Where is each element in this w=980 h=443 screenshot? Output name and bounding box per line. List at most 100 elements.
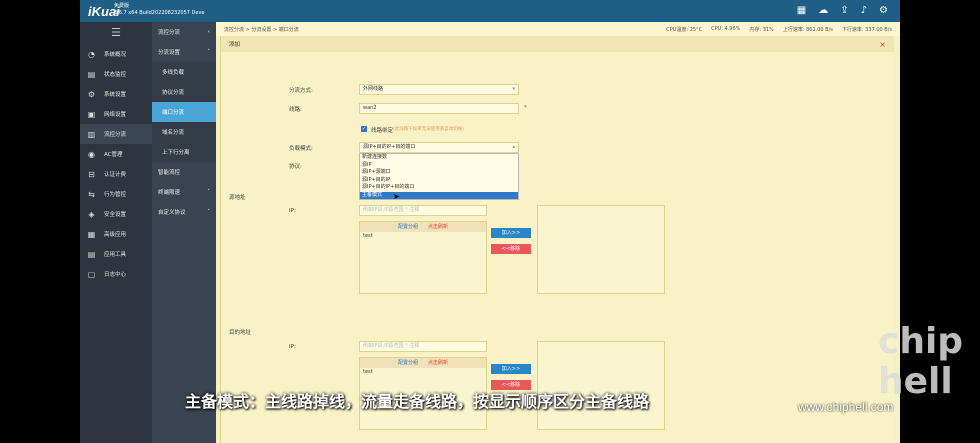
submenu-item-selected[interactable]: 端口分流	[152, 102, 216, 122]
gear-icon: ⚙	[87, 89, 96, 99]
submenu-item[interactable]: 协议分流	[152, 82, 216, 102]
sidebar-item-label: 网络设置	[104, 112, 127, 118]
dropdown-option[interactable]: 源IP+目的IP	[360, 177, 518, 185]
network-icon: ▣	[87, 109, 96, 119]
cpu-temp: CPU温度: 25°C	[666, 26, 703, 33]
chevron-down-icon: ▴	[512, 144, 515, 150]
cloud-icon[interactable]: ☁	[818, 5, 828, 17]
submenu-title-label: 流控分流	[158, 30, 181, 36]
src-ip-input[interactable]: 例如IP段,IP段范围 * 注释	[359, 205, 487, 216]
menu-toggle-icon[interactable]: ☰	[80, 22, 152, 44]
down-rate: 下行速率: 337.00 B/s	[841, 26, 892, 33]
submenu: 流控分流 ‹ 分流设置 ˄ 多线负载 协议分流 端口分流 域名分流 上下行分离 智能…	[152, 22, 216, 443]
group-item[interactable]: test	[360, 232, 486, 240]
version-label: 3.6.7 x64 Build202208232057 Deve	[114, 10, 205, 16]
dst-selected-box	[537, 341, 665, 430]
sidebar-item-behavior[interactable]: ⇆ 行为管控	[80, 184, 152, 204]
top-bar: iKuai 免费版 3.6.7 x64 Build202208232057 De…	[80, 0, 900, 22]
sidebar-item-tools[interactable]: ▤ 应用工具	[80, 244, 152, 264]
upload-icon[interactable]: ⇪	[840, 5, 848, 17]
submenu-extra[interactable]: 自定义协议 ˅	[152, 202, 216, 222]
sidebar-item-label: 高级应用	[104, 232, 127, 238]
edition-label: 免费版	[114, 3, 130, 9]
refresh-link[interactable]: 点击刷新	[428, 222, 448, 232]
bell-icon[interactable]: ♪	[861, 5, 867, 17]
sidebar-item-auth[interactable]: ⊟ 认证计费	[80, 164, 152, 184]
config-group-link[interactable]: 配置分组	[398, 222, 418, 232]
remove-button[interactable]: <<移除	[491, 244, 531, 254]
sidebar-item-label: 流控分流	[104, 132, 127, 138]
settings-icon[interactable]: ⚙	[879, 5, 888, 17]
status-bar: 流控分流 > 分流设置 > 端口分流 CPU温度: 25°C CPU: 4.96…	[216, 22, 900, 36]
sidebar-item-logs[interactable]: ▢ 日志中心	[80, 264, 152, 284]
video-subtitle: 主备模式：主线路掉线，流量走备线路，按显示顺序区分主备线路	[185, 392, 650, 411]
auth-icon: ⊟	[88, 169, 95, 179]
up-rate: 上行速率: 861.00 B/s	[782, 26, 833, 33]
behavior-icon: ⇆	[88, 189, 95, 199]
sidebar-item-security[interactable]: ◈ 安全设置	[80, 204, 152, 224]
submenu-title[interactable]: 流控分流 ‹	[152, 22, 216, 42]
sidebar-item-label: 系统概况	[104, 52, 127, 58]
monitor-icon: ▤	[87, 69, 96, 79]
sidebar-item-advanced[interactable]: ▦ 高级应用	[80, 224, 152, 244]
config-group-link[interactable]: 配置分组	[398, 358, 418, 368]
dropdown-option[interactable]: 新建连接数	[360, 154, 518, 162]
line-field[interactable]: wan2	[359, 103, 519, 114]
sidebar-item-label: 应用工具	[104, 252, 127, 258]
submenu-extra[interactable]: 智能流控	[152, 162, 216, 182]
flow-icon: ▥	[87, 129, 96, 139]
sidebar-item-label: AC管理	[104, 152, 123, 158]
screen: iKuai 免费版 3.6.7 x64 Build202208232057 De…	[80, 0, 900, 443]
sidebar-item-system[interactable]: ⚙ 系统设置	[80, 84, 152, 104]
cpu-usage: CPU: 4.96%	[711, 25, 741, 32]
mem-usage: 内存: 31%	[749, 26, 774, 33]
dropdown-option[interactable]: 源IP+目的IP+目的端口	[360, 184, 518, 192]
ac-icon: ◉	[88, 149, 95, 159]
app-icon: ▦	[87, 229, 96, 239]
dst-section-label: 目的地址	[229, 330, 252, 336]
breadcrumb: 流控分流 > 分流设置 > 端口分流	[224, 26, 299, 33]
top-icons: ▦ ☁ ⇪ ♪ ⚙	[797, 5, 888, 17]
sidebar-item-flow[interactable]: ▥ 流控分流	[80, 124, 152, 144]
panel-title: 添加	[229, 42, 241, 48]
submenu-extra-label: 自定义协议	[158, 210, 186, 216]
mouse-cursor-icon: ➤	[393, 192, 400, 201]
sidebar-item-overview[interactable]: ◔ 系统概况	[80, 44, 152, 64]
src-selected-box	[537, 205, 665, 294]
line-label: 线路:	[289, 107, 302, 113]
tools-icon: ▤	[87, 249, 96, 259]
submenu-item[interactable]: 多线负载	[152, 62, 216, 82]
sidebar-item-network[interactable]: ▣ 网络设置	[80, 104, 152, 124]
refresh-link[interactable]: 点击刷新	[428, 358, 448, 368]
sidebar-item-monitor[interactable]: ▤ 状态监控	[80, 64, 152, 84]
add-button[interactable]: 加入>>	[491, 364, 531, 374]
sidebar-item-label: 行为管控	[104, 192, 127, 198]
chevron-down-icon: ▾	[512, 86, 515, 92]
src-group-box: 配置分组 点击刷新 test	[359, 221, 487, 294]
dst-ip-input[interactable]: 例如IP段,IP段范围 * 注释	[359, 341, 487, 352]
submenu-extra-label: 终端限速	[158, 190, 181, 196]
dst-ip-label: IP:	[289, 344, 296, 350]
chevron-up-icon: ˄	[207, 49, 210, 55]
required-mark: *	[524, 105, 527, 111]
dashboard-icon: ◔	[88, 49, 95, 59]
submenu-extra[interactable]: 终端限速 ˅	[152, 182, 216, 202]
dropdown-option[interactable]: 源IP	[360, 162, 518, 170]
group-item[interactable]: test	[360, 368, 486, 376]
mode-select[interactable]: 外网线路 ▾	[359, 84, 519, 95]
sidebar-item-ac[interactable]: ◉ AC管理	[80, 144, 152, 164]
log-icon: ▢	[87, 269, 96, 279]
submenu-item[interactable]: 上下行分离	[152, 142, 216, 162]
sidebar-item-label: 认证计费	[104, 172, 127, 178]
dropdown-option[interactable]: 源IP+源端口	[360, 169, 518, 177]
submenu-group[interactable]: 分流设置 ˄	[152, 42, 216, 62]
load-mode-select[interactable]: 源IP+目的IP+目的端口 ▴	[359, 142, 519, 153]
add-button[interactable]: 加入>>	[491, 228, 531, 238]
close-icon[interactable]: ×	[879, 40, 886, 49]
grid-icon[interactable]: ▦	[797, 5, 806, 17]
sidebar-item-label: 安全设置	[104, 212, 127, 218]
dropdown-option-highlighted[interactable]: 主备模式	[360, 191, 518, 199]
line-bind-checkbox[interactable]: ✓	[361, 126, 367, 132]
sidebar-item-label: 日志中心	[104, 272, 127, 278]
submenu-item[interactable]: 域名分流	[152, 122, 216, 142]
